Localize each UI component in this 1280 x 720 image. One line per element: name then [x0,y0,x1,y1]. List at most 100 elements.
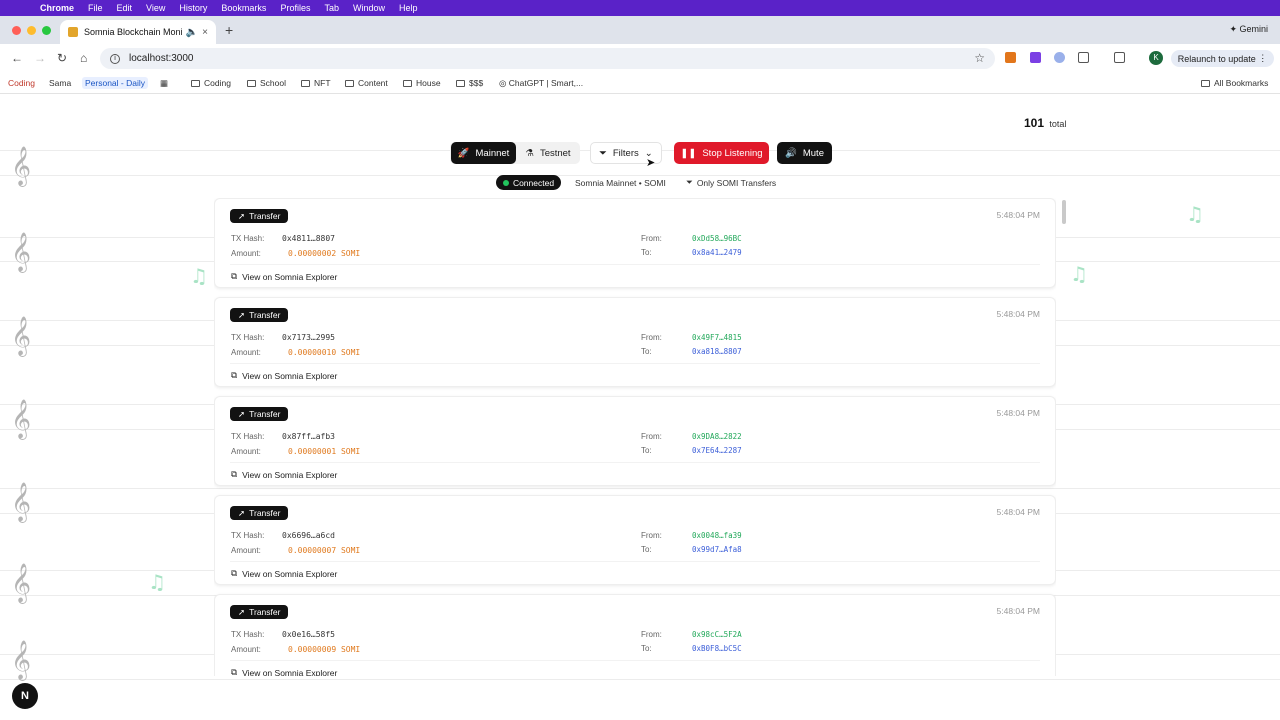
all-bookmarks-label: All Bookmarks [1214,78,1269,88]
tx-hash-value[interactable]: 0x0e16…58f5 [282,630,335,639]
home-icon[interactable]: ⌂ [80,51,87,65]
filter-icon: ⏷ [599,147,607,159]
gemini-button[interactable]: ✦ Gemini [1229,24,1268,35]
filter-icon: ⏷ [686,177,693,187]
minimize-window-button[interactable] [27,26,36,35]
transaction-time: 5:48:04 PM [996,507,1040,517]
profile-avatar[interactable]: K [1149,51,1163,65]
menu-window[interactable]: Window [353,3,385,13]
explorer-link-label: View on Somnia Explorer [242,469,338,480]
testnet-button[interactable]: ⚗ Testnet [518,142,578,164]
menu-file[interactable]: File [88,3,103,13]
speaker-icon[interactable]: 🔈 [186,27,198,38]
total-label: total [1049,119,1067,129]
relaunch-button[interactable]: Relaunch to update ⋮ [1171,50,1274,67]
metamask-extension-icon[interactable] [1005,52,1016,63]
extension-icon[interactable] [1030,52,1041,63]
bookmark-sama[interactable]: Sama [49,78,71,88]
close-window-button[interactable] [12,26,21,35]
bookmark-folder-school[interactable]: School [247,78,286,88]
amount-value: 0.00000002 SOMI [288,249,361,258]
tx-hash-value[interactable]: 0x6696…a6cd [282,531,335,540]
view-explorer-link[interactable]: ⧉ View on Somnia Explorer [231,568,337,579]
menu-tab[interactable]: Tab [324,3,339,13]
bookmark-personal-daily[interactable]: Personal - Daily [82,77,148,89]
folder-label: Coding [204,78,231,88]
next-dev-badge[interactable]: N [12,683,38,709]
send-icon: ➚ [238,210,246,221]
amount-label: Amount: [231,546,261,555]
from-address[interactable]: 0xDd58…96BC [692,234,742,243]
apps-grid-icon[interactable]: ▦ [160,78,168,89]
tx-hash-value[interactable]: 0x7173…2995 [282,333,335,342]
menu-history[interactable]: History [179,3,207,13]
send-icon: ➚ [238,507,246,518]
treble-clef-icon: 𝄞 [11,232,32,272]
external-link-icon: ⧉ [231,469,238,479]
from-address[interactable]: 0x98cC…5F2A [692,630,742,639]
folder-icon [247,80,256,87]
bookmark-coding-tag[interactable]: Coding [8,78,35,88]
browser-tab-active[interactable]: Somnia Blockchain Monit 🔈 × [60,20,216,44]
to-address[interactable]: 0x8a41…2479 [692,248,742,257]
flask-icon: ⚗ [525,147,534,159]
side-panel-icon[interactable] [1114,52,1125,63]
amount-value: 0.00000007 SOMI [288,546,361,555]
stop-listening-button[interactable]: ❚❚ Stop Listening [674,142,769,164]
transaction-feed[interactable]: ➚ Transfer 5:48:04 PM TX Hash: 0x4811…8807 Am… [214,198,1056,676]
menu-help[interactable]: Help [399,3,418,13]
address-bar[interactable]: i localhost:3000 ☆ [100,48,995,69]
tx-hash-label: TX Hash: [231,531,265,540]
maximize-window-button[interactable] [42,26,51,35]
extension-icon[interactable] [1054,52,1065,63]
bookmark-star-icon[interactable]: ☆ [974,51,985,65]
menu-edit[interactable]: Edit [117,3,133,13]
bookmark-folder-house[interactable]: House [403,78,441,88]
mute-button[interactable]: 🔊 Mute [777,142,832,164]
transaction-type-badge: ➚ Transfer [230,605,289,619]
view-explorer-link[interactable]: ⧉ View on Somnia Explorer [231,271,337,282]
bookmark-folder-money[interactable]: $$$ [456,78,483,88]
mainnet-button[interactable]: 🚀 Mainnet [451,142,516,164]
transaction-time: 5:48:04 PM [996,309,1040,319]
transaction-time: 5:48:04 PM [996,408,1040,418]
card-divider [230,264,1040,265]
tx-hash-label: TX Hash: [231,234,265,243]
from-address[interactable]: 0x0048…fa39 [692,531,742,540]
tx-hash-value[interactable]: 0x4811…8807 [282,234,335,243]
back-icon[interactable]: ← [11,51,23,65]
from-address[interactable]: 0x9DA8…2822 [692,432,742,441]
to-label: To: [641,545,652,554]
to-label: To: [641,644,652,653]
reload-icon[interactable]: ↻ [57,51,67,65]
new-tab-icon[interactable]: + [225,22,233,38]
forward-icon[interactable]: → [34,51,46,65]
bookmark-chatgpt[interactable]: ◎ ChatGPT | Smart,... [499,78,583,89]
view-explorer-link[interactable]: ⧉ View on Somnia Explorer [231,469,337,480]
mouse-cursor-icon: ➤ [646,157,656,169]
to-address[interactable]: 0xB0F8…bC5C [692,644,742,653]
view-explorer-link[interactable]: ⧉ View on Somnia Explorer [231,667,337,676]
to-address[interactable]: 0xa818…8807 [692,347,742,356]
bookmark-folder-coding[interactable]: Coding [191,78,231,88]
tab-strip: Somnia Blockchain Monit 🔈 × + ✦ Gemini [0,16,1280,44]
menu-app-name[interactable]: Chrome [40,3,74,13]
to-address[interactable]: 0x7E64…2287 [692,446,742,455]
menu-bookmarks[interactable]: Bookmarks [221,3,266,13]
tx-hash-value[interactable]: 0x87ff…afb3 [282,432,335,441]
view-explorer-link[interactable]: ⧉ View on Somnia Explorer [231,370,337,381]
menu-profiles[interactable]: Profiles [280,3,310,13]
all-bookmarks[interactable]: All Bookmarks [1201,78,1268,88]
menu-view[interactable]: View [146,3,165,13]
to-address[interactable]: 0x99d7…Afa8 [692,545,742,554]
bookmark-folder-content[interactable]: Content [345,78,388,88]
staff-line [0,679,1280,680]
site-info-icon[interactable]: i [110,53,120,64]
transaction-type-badge: ➚ Transfer [230,209,289,223]
from-address[interactable]: 0x49F7…4815 [692,333,742,342]
bookmark-folder-nft[interactable]: NFT [301,78,331,88]
puzzle-extensions-icon[interactable] [1078,52,1089,63]
feed-scrollbar[interactable] [1062,200,1066,224]
close-tab-icon[interactable]: × [202,27,208,38]
amount-label: Amount: [231,447,261,456]
